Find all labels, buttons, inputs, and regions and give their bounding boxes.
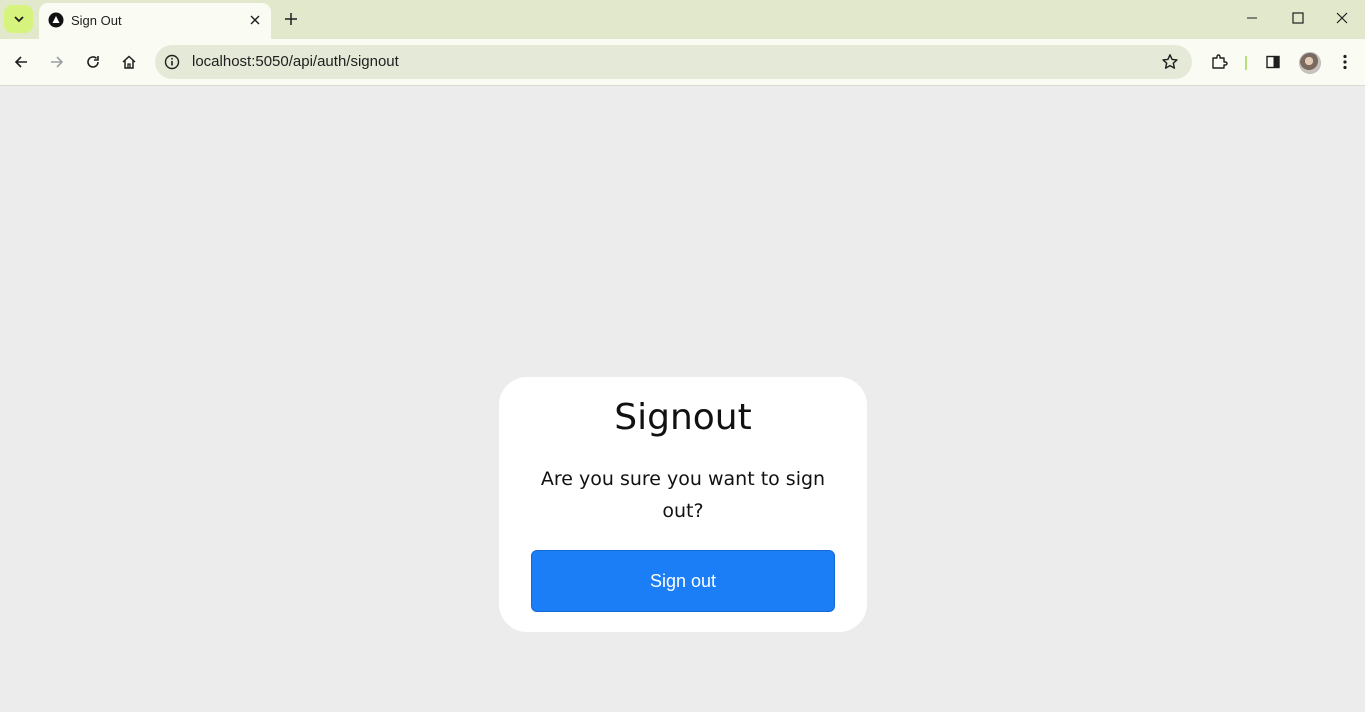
tab-strip: Sign Out	[0, 0, 1365, 39]
browser-toolbar: localhost:5050/api/auth/signout	[0, 39, 1365, 86]
page-title: Signout	[614, 397, 752, 438]
tab-title: Sign Out	[71, 13, 122, 28]
avatar[interactable]	[1299, 52, 1321, 74]
address-bar[interactable]: localhost:5050/api/auth/signout	[155, 45, 1192, 79]
home-icon[interactable]	[114, 47, 144, 77]
extensions-icon[interactable]	[1204, 47, 1234, 77]
back-icon[interactable]	[6, 47, 36, 77]
side-panel-icon[interactable]	[1258, 47, 1288, 77]
url-text[interactable]: localhost:5050/api/auth/signout	[192, 53, 399, 70]
site-info-icon[interactable]	[162, 52, 182, 72]
tab-sign-out[interactable]: Sign Out	[39, 3, 271, 39]
more-icon[interactable]	[1330, 47, 1360, 77]
star-icon[interactable]	[1160, 52, 1180, 72]
maximize-icon[interactable]	[1275, 0, 1321, 36]
reload-icon[interactable]	[78, 47, 108, 77]
close-icon[interactable]	[246, 11, 264, 29]
signout-card: Signout Are you sure you want to sign ou…	[499, 377, 867, 632]
favicon-icon	[48, 12, 64, 28]
window-close-icon[interactable]	[1319, 0, 1365, 36]
signout-message: Are you sure you want to sign out?	[540, 468, 826, 522]
plus-icon[interactable]	[281, 9, 301, 29]
signout-button[interactable]: Sign out	[531, 550, 835, 612]
tab-search-icon[interactable]	[4, 5, 33, 33]
forward-icon[interactable]	[42, 47, 72, 77]
minimize-icon[interactable]	[1229, 0, 1275, 36]
toolbar-divider	[1245, 56, 1247, 70]
